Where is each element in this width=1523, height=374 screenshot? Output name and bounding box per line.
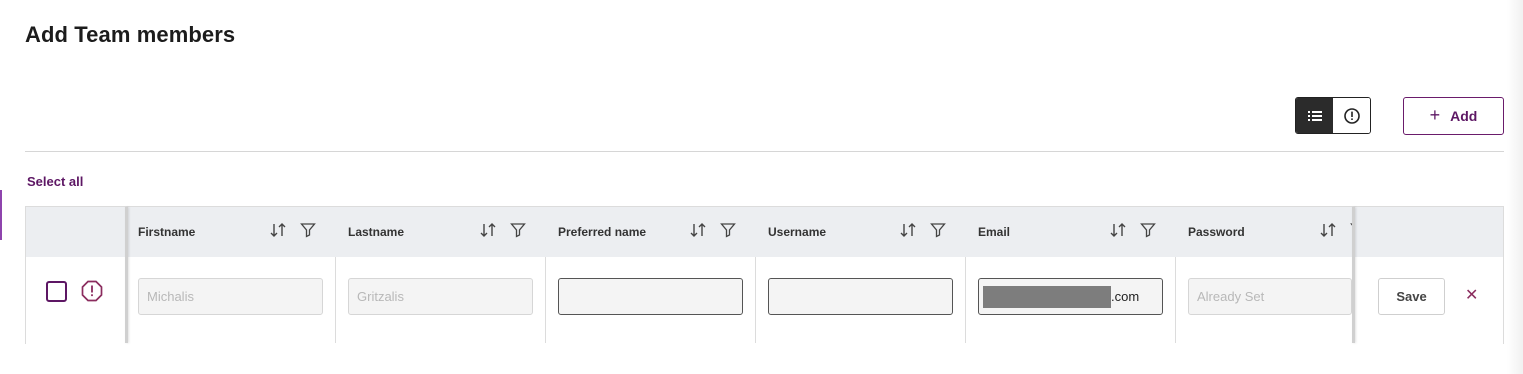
column-label: Lastname: [348, 225, 405, 239]
email-suffix: .com: [1111, 289, 1140, 304]
column-separator: [335, 257, 336, 343]
close-icon[interactable]: ✕: [1465, 288, 1478, 304]
column-header-preferred-name: Preferred name: [546, 207, 756, 257]
email-field[interactable]: .com: [978, 278, 1163, 315]
divider: [25, 151, 1504, 152]
sort-icon[interactable]: [1110, 222, 1126, 238]
add-button-label: Add: [1450, 108, 1478, 124]
sort-icon[interactable]: [270, 222, 286, 238]
list-icon: [1307, 110, 1322, 121]
filter-icon[interactable]: [1140, 222, 1156, 238]
warning-octagon-icon: [81, 280, 103, 302]
plus-icon: +: [1429, 105, 1441, 125]
sort-icon[interactable]: [690, 222, 706, 238]
column-separator: [755, 257, 756, 343]
select-all-link[interactable]: Select all: [27, 174, 83, 189]
lastname-field[interactable]: Gritzalis: [348, 278, 533, 315]
username-field[interactable]: [768, 278, 953, 315]
column-label: Preferred name: [558, 225, 647, 239]
sort-icon[interactable]: [1320, 222, 1336, 238]
column-header-firstname: Firstname: [126, 207, 336, 257]
add-button[interactable]: + Add: [1403, 97, 1504, 135]
column-label: Username: [768, 225, 827, 239]
column-header-email: Email: [966, 207, 1176, 257]
save-button[interactable]: Save: [1378, 278, 1445, 315]
warnings-view-button[interactable]: [1333, 98, 1370, 133]
column-separator: [1175, 257, 1176, 343]
preferred-name-field[interactable]: [558, 278, 743, 315]
column-separator: [965, 257, 966, 343]
page-title: Add Team members: [25, 22, 236, 47]
row-checkbox[interactable]: [46, 281, 67, 302]
filter-icon[interactable]: [510, 222, 526, 238]
password-field[interactable]: Already Set: [1188, 278, 1352, 315]
filter-icon[interactable]: [720, 222, 736, 238]
column-separator: [1352, 207, 1355, 343]
right-panel-edge: [1507, 0, 1523, 374]
left-accent-bar: [0, 190, 2, 240]
table-header: Firstname Lastname Preferred name Userna…: [26, 207, 1503, 257]
sort-icon[interactable]: [480, 222, 496, 238]
sort-icon[interactable]: [900, 222, 916, 238]
column-label: Email: [978, 225, 1011, 239]
column-separator: [125, 207, 128, 343]
column-header-password: Password: [1176, 207, 1352, 257]
filter-icon[interactable]: [300, 222, 316, 238]
column-header-username: Username: [756, 207, 966, 257]
list-view-button[interactable]: [1296, 98, 1333, 133]
table-row: Michalis Gritzalis .com Already Set Save…: [26, 257, 1503, 344]
firstname-field[interactable]: Michalis: [138, 278, 323, 315]
column-header-lastname: Lastname: [336, 207, 546, 257]
column-label: Firstname: [138, 225, 196, 239]
warning-circle-icon: [1343, 107, 1360, 124]
view-toggle: [1295, 97, 1371, 134]
redacted-email-block: [983, 286, 1111, 308]
filter-icon[interactable]: [930, 222, 946, 238]
column-label: Password: [1188, 225, 1245, 239]
column-separator: [545, 257, 546, 343]
team-members-table: Firstname Lastname Preferred name Userna…: [25, 206, 1504, 344]
